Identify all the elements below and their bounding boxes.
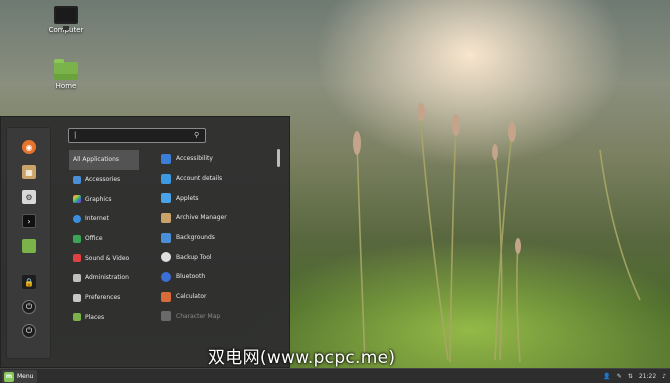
category-preferences[interactable]: Preferences	[69, 288, 139, 308]
account-details-icon	[161, 173, 171, 184]
home-folder-icon	[54, 59, 78, 80]
character-map-icon	[161, 311, 171, 322]
graphics-icon	[73, 195, 81, 204]
category-label: Accessories	[85, 176, 121, 184]
category-internet[interactable]: Internet	[69, 209, 139, 229]
app-label: Calculator	[176, 293, 207, 301]
menu-button-label: Menu	[17, 373, 34, 380]
app-list-scrollbar[interactable]	[277, 149, 280, 167]
clock[interactable]: 21:22	[639, 373, 656, 380]
pen-icon[interactable]: ✎	[617, 373, 622, 380]
desktop-computer[interactable]: Computer	[42, 6, 90, 34]
system-tray: 👤 ✎ ⇅ 21:22 ♪	[603, 370, 666, 383]
category-accessories[interactable]: Accessories	[69, 170, 139, 190]
app-archive-manager[interactable]: Archive Manager	[161, 208, 273, 228]
volume-icon[interactable]: ♪	[662, 373, 666, 380]
search-icon[interactable]: ⚲	[194, 131, 202, 139]
application-menu: ◉ ▦ ⚙ › 🔒 ⏻ ⏻ | ⚲ All Applications Acces…	[0, 116, 290, 368]
app-label: Backgrounds	[176, 234, 215, 242]
category-administration[interactable]: Administration	[69, 268, 139, 288]
category-label: Administration	[85, 274, 129, 282]
desktop-home[interactable]: Home	[42, 59, 90, 90]
app-character-map[interactable]: Character Map	[161, 307, 273, 327]
applets-icon	[161, 193, 171, 204]
internet-icon	[73, 214, 81, 223]
app-accessibility[interactable]: Accessibility	[161, 149, 273, 169]
category-label: Preferences	[85, 294, 121, 302]
accessibility-icon	[161, 153, 171, 164]
administration-icon	[73, 273, 81, 282]
menu-button[interactable]: m Menu	[2, 370, 38, 383]
app-calculator[interactable]: Calculator	[161, 287, 273, 307]
app-applets[interactable]: Applets	[161, 188, 273, 208]
lock-screen-icon[interactable]: 🔒	[22, 275, 36, 289]
accessories-icon	[73, 175, 81, 184]
logout-icon[interactable]: ⏻	[22, 300, 36, 314]
bluetooth-icon	[161, 271, 171, 282]
category-list: All Applications Accessories Graphics In…	[69, 150, 139, 327]
watermark: 双电网(www.pcpc.me)	[208, 348, 396, 368]
computer-icon	[54, 6, 78, 30]
app-label: Accessibility	[176, 155, 213, 163]
shutdown-icon[interactable]: ⏻	[22, 324, 36, 338]
backup-tool-icon	[161, 252, 171, 263]
category-label: Office	[85, 235, 103, 243]
app-bluetooth[interactable]: Bluetooth	[161, 267, 273, 287]
settings-icon[interactable]: ⚙	[22, 190, 36, 204]
search-input[interactable]: |	[68, 128, 206, 143]
app-label: Backup Tool	[176, 253, 212, 261]
archive-manager-icon	[161, 212, 171, 223]
taskbar: m Menu 👤 ✎ ⇅ 21:22 ♪	[0, 368, 670, 383]
application-list: Accessibility Account details Applets Ar…	[161, 149, 273, 326]
app-label: Applets	[176, 194, 199, 202]
favorites-bar: ◉ ▦ ⚙ › 🔒 ⏻ ⏻	[6, 127, 51, 359]
category-label: All Applications	[73, 156, 119, 164]
terminal-icon[interactable]: ›	[22, 214, 36, 228]
desktop-home-label: Home	[55, 82, 77, 90]
category-label: Places	[85, 313, 105, 321]
firefox-icon[interactable]: ◉	[22, 140, 36, 154]
mint-logo-icon: m	[4, 371, 14, 382]
user-icon[interactable]: 👤	[603, 373, 610, 380]
app-label: Character Map	[176, 312, 221, 320]
category-sound-video[interactable]: Sound & Video	[69, 248, 139, 268]
category-all-applications[interactable]: All Applications	[69, 150, 139, 170]
app-backgrounds[interactable]: Backgrounds	[161, 228, 273, 248]
app-label: Account details	[176, 175, 223, 183]
sound-video-icon	[73, 254, 81, 263]
calculator-icon	[161, 291, 171, 302]
network-icon[interactable]: ⇅	[628, 373, 633, 380]
category-office[interactable]: Office	[69, 229, 139, 249]
category-places[interactable]: Places	[69, 308, 139, 328]
files-icon[interactable]	[22, 239, 36, 253]
software-manager-icon[interactable]: ▦	[22, 165, 36, 179]
office-icon	[73, 234, 81, 243]
app-backup-tool[interactable]: Backup Tool	[161, 247, 273, 267]
category-label: Internet	[85, 215, 109, 223]
app-account-details[interactable]: Account details	[161, 169, 273, 189]
app-label: Archive Manager	[176, 214, 227, 222]
preferences-icon	[73, 293, 81, 302]
app-label: Bluetooth	[176, 273, 206, 281]
category-label: Graphics	[85, 195, 112, 203]
places-folder-icon	[73, 313, 81, 322]
category-graphics[interactable]: Graphics	[69, 189, 139, 209]
category-label: Sound & Video	[85, 254, 130, 262]
backgrounds-icon	[161, 232, 171, 243]
